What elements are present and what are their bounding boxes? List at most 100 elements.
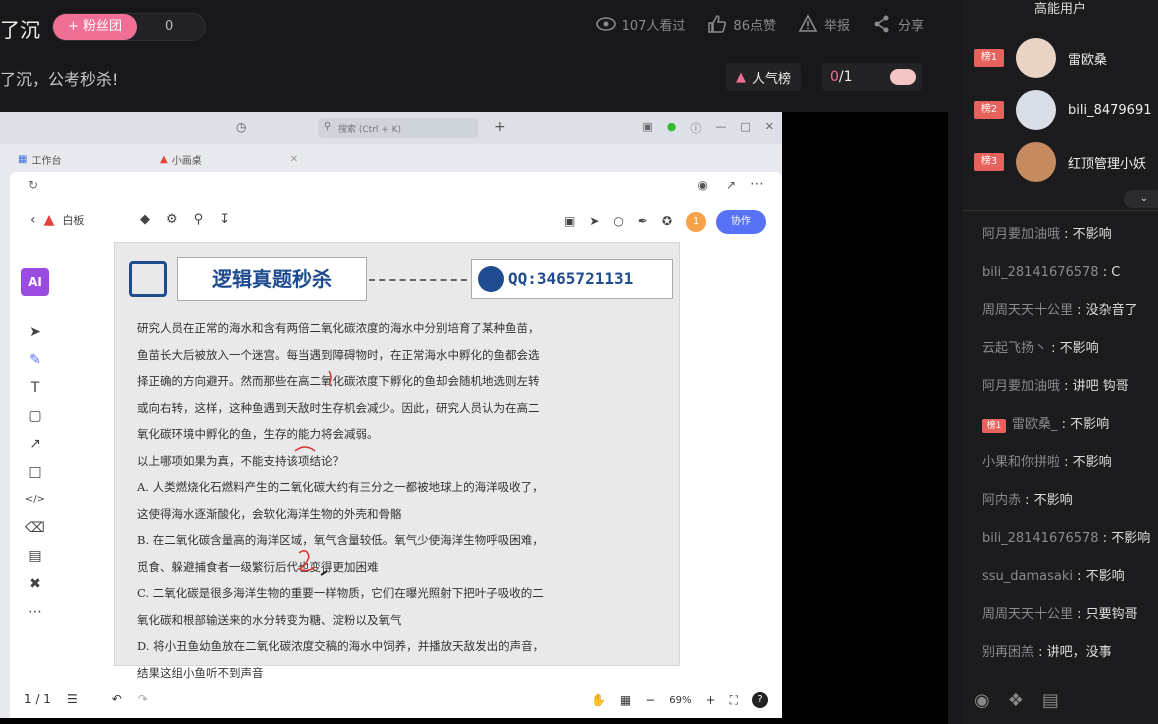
chat-text: 只要钩哥: [1085, 607, 1138, 622]
top-fan-item[interactable]: 榜1 雷欧桑: [974, 36, 1107, 80]
video-title: 了沉: [0, 18, 40, 42]
chat-message: 小果和你拼啦 : 不影响: [982, 455, 1112, 470]
chat-text: 讲吧，没事: [1046, 645, 1112, 660]
chat-user[interactable]: bili_28141676578: [982, 265, 1099, 280]
select-icon: ➤: [29, 324, 41, 340]
chat-text: 讲吧 钩哥: [1072, 379, 1129, 394]
tab-close-icon: ✕: [289, 154, 299, 165]
question-sheet: 逻辑真题秒杀 QQ:3465721131 研究人员在正常的海水和含有两倍二氧化碳…: [114, 242, 680, 680]
refresh-icon: ↻: [28, 178, 39, 192]
redo-icon: ↷: [137, 692, 148, 706]
chat-user[interactable]: 周周天天十公里: [982, 303, 1073, 318]
ai-button: AI: [21, 268, 49, 296]
minimize-icon: —: [715, 120, 727, 133]
chat-user[interactable]: 雷欧桑_: [1012, 417, 1058, 432]
chat-user[interactable]: 小果和你拼啦: [982, 455, 1060, 470]
chat-text: 不影响: [1070, 417, 1110, 432]
more-tools-icon: ⋯: [28, 604, 42, 620]
comment-icon: ○: [613, 214, 624, 228]
gift-icon[interactable]: ❖: [1008, 690, 1024, 711]
palette-icon[interactable]: ◉: [974, 690, 990, 711]
chat-message: 阿月要加油哦 : 讲吧 钩哥: [982, 379, 1129, 394]
video-stats: 107人看过 86点赞 举报 分享: [595, 14, 924, 34]
status-dot-icon: ●: [666, 120, 677, 133]
board-bottombar: 1 / 1 ☰ ↶ ↷ ✋ ▦ − 69% + ⛶ ?: [10, 684, 782, 718]
report-label: 举报: [823, 18, 850, 34]
chat-message: ssu_damasaki : 不影响: [982, 569, 1125, 584]
high-energy-users-title: 高能用户: [1033, 2, 1086, 17]
zoom-level: 69%: [669, 694, 692, 706]
chat-text: 不影响: [1072, 227, 1112, 242]
window-controls: ▣ ● ⓘ — □ ✕: [642, 120, 774, 136]
pencil-icon: ✎: [29, 352, 41, 368]
views-count: 107人看过: [621, 18, 686, 34]
fit-screen-icon: ⛶: [729, 692, 738, 707]
chat-user[interactable]: ssu_damasaki: [982, 569, 1073, 584]
tab-whiteboard: ▲ 小画桌 ✕: [160, 152, 298, 167]
board-actions: ▣ ➤ ○ ✒ ✪: [564, 214, 672, 228]
search-box: ⚲ 搜索 (Ctrl + K): [318, 118, 478, 138]
code-icon: </>: [24, 494, 46, 505]
more-icon: ⋯: [750, 176, 764, 192]
undo-icon: ↶: [111, 692, 122, 706]
chat-user[interactable]: 云起飞扬丶: [982, 341, 1047, 356]
rank-label: 人气榜: [752, 71, 792, 87]
plugin-icon: ✪: [661, 214, 672, 228]
tab-workbench-label: 工作台: [31, 156, 62, 167]
chat-rank-badge: 榜1: [982, 419, 1006, 433]
likes-count: 86点赞: [733, 18, 776, 34]
join-fan-group-button[interactable]: + 粉丝团: [53, 14, 137, 40]
frame-icon: ▤: [28, 548, 42, 564]
rank-total: /1: [838, 69, 853, 85]
like-button[interactable]: 86点赞: [707, 14, 776, 34]
download-icon: ↧: [219, 212, 231, 227]
live-panel: 高能用户 榜1 雷欧桑 榜2 bili_8479691 榜3 红顶管理小妖 ⌄ …: [962, 0, 1158, 724]
zoom-in-icon: +: [705, 693, 716, 707]
top-fan-item[interactable]: 榜2 bili_8479691: [974, 88, 1151, 132]
rank-badge: 榜3: [974, 153, 1004, 171]
list-icon: ☰: [66, 692, 78, 706]
chat-message: bili_28141676578 : 不影响: [982, 531, 1151, 546]
chat-message: 云起飞扬丶 : 不影响: [982, 341, 1099, 356]
chat-user[interactable]: 阿内赤: [982, 493, 1021, 508]
back-chevron-icon: ‹: [30, 212, 36, 228]
share-button[interactable]: 分享: [872, 14, 924, 34]
share-out-icon: ↗: [725, 178, 736, 192]
popularity-rank-button[interactable]: ▲ 人气榜: [726, 63, 802, 91]
settings-icon: ⚙: [166, 212, 178, 227]
triangle-logo-icon: ▲: [160, 154, 168, 165]
chat-text: 不影响: [1111, 531, 1151, 546]
eraser-icon: ⌫: [25, 520, 45, 536]
chat-user[interactable]: 周周天天十公里: [982, 607, 1073, 622]
whiteboard-app: ↻ ◉ ↗ ⋯ ‹ ▲ 白板 ◆ ⚙ ⚲ ↧ ▣ ➤ ○ ✒ ✪ 1 协作 AI…: [10, 172, 782, 718]
chat-user[interactable]: 阿月要加油哦: [982, 227, 1060, 242]
chat-message: 阿月要加油哦 : 不影响: [982, 227, 1112, 242]
chat-user[interactable]: 阿月要加油哦: [982, 379, 1060, 394]
pen-icon: ✒: [637, 214, 648, 228]
rank-badge: 榜1: [974, 49, 1004, 67]
video-player[interactable]: ◷ ⚲ 搜索 (Ctrl + K) + ▣ ● ⓘ — □ ✕ ▦ 工作台 ▲ …: [0, 112, 948, 724]
avatar: [1016, 90, 1056, 130]
panel-footer: ◉ ❖ ▤: [974, 690, 1059, 711]
board-back: ‹ ▲ 白板: [30, 212, 84, 228]
board-logo-icon: ▲: [43, 212, 55, 228]
help-button: ?: [752, 692, 768, 708]
report-button[interactable]: 举报: [798, 14, 850, 34]
page-indicator: 1 / 1: [24, 692, 51, 706]
views-stat: 107人看过: [595, 14, 686, 34]
collapse-chevron-icon[interactable]: ⌄: [1124, 190, 1158, 208]
app-topbar: ◷ ⚲ 搜索 (Ctrl + K) + ▣ ● ⓘ — □ ✕: [0, 112, 782, 144]
top-fan-item[interactable]: 榜3 红顶管理小妖: [974, 140, 1146, 184]
chat-user[interactable]: 别再困羔: [982, 645, 1034, 660]
eye-icon: [595, 17, 616, 31]
fan-name: 雷欧桑: [1068, 52, 1108, 68]
search-icon: ⚲: [324, 121, 332, 132]
panel-divider: [962, 210, 1158, 211]
fan-count: 0: [165, 19, 174, 34]
help-circle-icon: ⓘ: [690, 122, 702, 135]
danmaku-settings-icon[interactable]: ▤: [1042, 690, 1059, 711]
note-icon: ▢: [28, 408, 42, 424]
draw-toolbar: AI ➤ ✎ T ▢ ↗ □ </> ⌫ ▤ ✖ ⋯: [20, 268, 50, 620]
collaborate-button: 协作: [716, 210, 766, 234]
chat-user[interactable]: bili_28141676578: [982, 531, 1099, 546]
